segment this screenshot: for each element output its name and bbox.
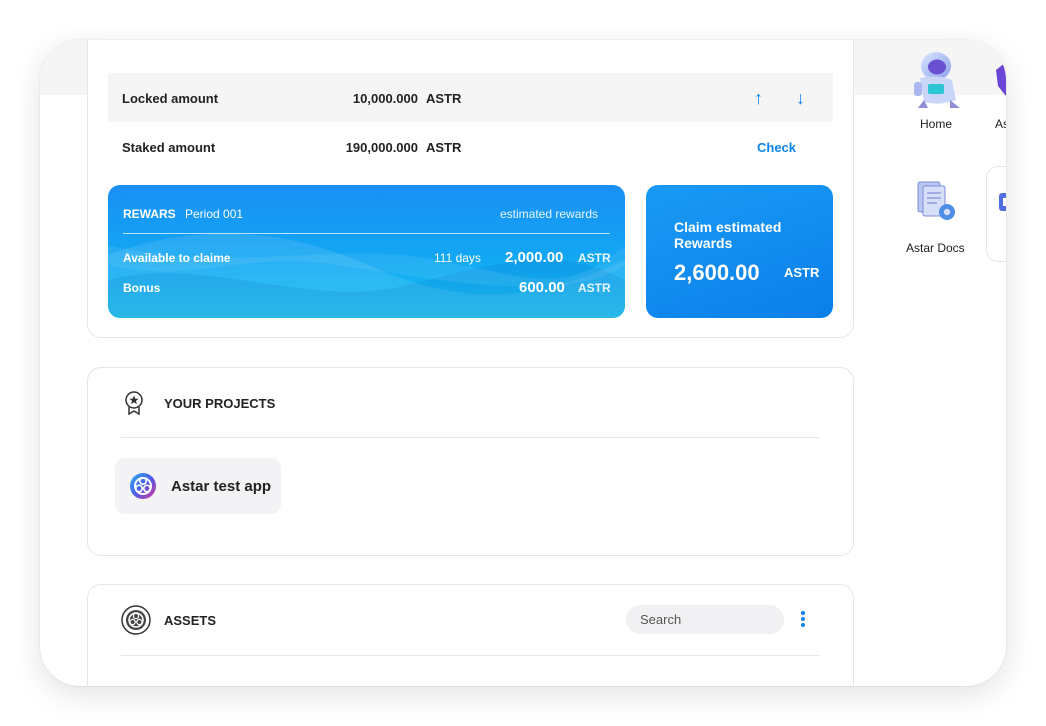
arrow-down-icon[interactable]: ↓: [796, 89, 805, 107]
locked-amount-row: Locked amount 10,000.000 ASTR ↑ ↓: [108, 73, 833, 122]
search-input[interactable]: [626, 605, 784, 634]
award-icon: [125, 391, 143, 415]
locked-amount-value: 10,000.000: [352, 91, 418, 106]
claim-rewards-button[interactable]: Claim estimated Rewards 2,600.00 ASTR: [646, 185, 833, 318]
estimated-rewards-label: estimated rewards: [500, 207, 599, 221]
locked-amount-unit: ASTR: [426, 91, 462, 106]
assets-divider: [121, 655, 819, 656]
rewards-divider: [123, 233, 610, 234]
sidebar-partial-icon: [996, 62, 1006, 96]
staked-amount-unit: ASTR: [426, 140, 462, 155]
arrow-up-icon[interactable]: ↑: [754, 89, 763, 107]
available-unit: ASTR: [578, 251, 611, 265]
partial-app-icon: [999, 193, 1006, 211]
available-value: 2,000.00: [505, 249, 564, 266]
projects-divider: [121, 437, 819, 438]
claim-unit: ASTR: [784, 265, 820, 280]
app-window: Locked amount 10,000.000 ASTR ↑ ↓ Staked…: [40, 40, 1006, 686]
rewards-title: REWARS: [123, 207, 176, 221]
more-options-icon[interactable]: [800, 611, 806, 629]
available-label: Available to claime: [123, 251, 231, 265]
bonus-value: 600.00: [519, 279, 565, 296]
rewards-period: Period 001: [185, 207, 244, 221]
project-item[interactable]: Astar test app: [115, 458, 281, 514]
staking-card: Locked amount 10,000.000 ASTR ↑ ↓ Staked…: [87, 40, 854, 338]
assets-card: ASSETS: [87, 584, 854, 686]
projects-card: YOUR PROJECTS Astar test app: [87, 367, 854, 556]
projects-title: YOUR PROJECTS: [164, 396, 276, 411]
sidebar-item-label: Astar Docs: [906, 241, 965, 255]
rewards-panel: REWARS Period 001 estimated rewards Avai…: [108, 185, 625, 318]
docs-icon: [917, 181, 955, 220]
bonus-unit: ASTR: [578, 281, 611, 295]
astar-logo-icon: [130, 473, 156, 499]
assets-title: ASSETS: [164, 613, 217, 628]
staked-amount-value: 190,000.000: [345, 140, 418, 155]
sidebar-item-label: As: [995, 117, 1006, 131]
bonus-label: Bonus: [123, 281, 161, 295]
days-remaining: 111 days: [434, 251, 481, 265]
sidebar-item-partial[interactable]: [986, 166, 1006, 262]
astronaut-icon: [914, 52, 960, 108]
project-name: Astar test app: [171, 478, 272, 495]
claim-amount: 2,600.00: [674, 260, 760, 285]
sidebar-item-label: Home: [920, 117, 953, 131]
assets-astar-icon: [121, 605, 151, 635]
locked-amount-label: Locked amount: [122, 91, 219, 106]
check-link[interactable]: Check: [757, 140, 796, 155]
claim-title: Claim estimated Rewards: [674, 219, 782, 251]
staked-amount-label: Staked amount: [122, 140, 216, 155]
